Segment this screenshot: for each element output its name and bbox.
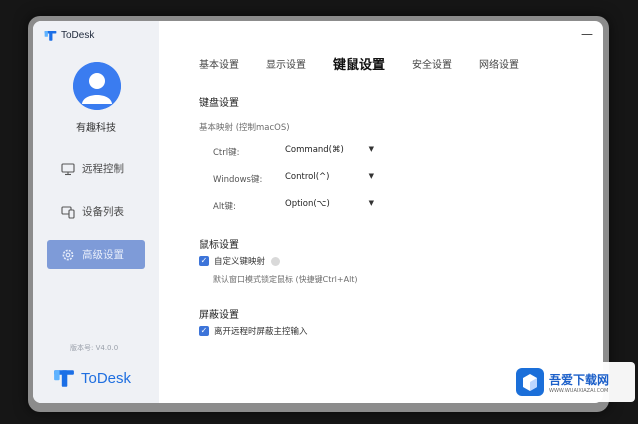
ctrl-key-value: Command(⌘) [285, 145, 344, 155]
sidebar-nav: 远程控制 设备列表 高级设置 [47, 154, 145, 283]
block-input-row[interactable]: ✓ 离开远程时屏蔽主控输入 [199, 325, 308, 337]
username: 有趣科技 [76, 123, 116, 134]
keyboard-subtitle: 基本映射 (控制macOS) [199, 123, 290, 133]
alt-key-value: Option(⌥) [285, 199, 330, 209]
todesk-logo-icon [54, 370, 74, 387]
ctrl-key-label: Ctrl键: [213, 148, 240, 158]
windows-key-select[interactable]: Control(^) ▼ [283, 172, 377, 186]
sidebar-brand: ToDesk [53, 367, 131, 389]
custom-key-mapping-label: 自定义键映射 [214, 257, 266, 267]
settings-content: — ✕ 基本设置 显示设置 键鼠设置 安全设置 网络设置 键盘设置 基本映射 (… [159, 21, 603, 403]
sidebar-item-label: 远程控制 [82, 163, 124, 175]
custom-key-mapping-row[interactable]: ✓ 自定义键映射 [199, 255, 281, 267]
brand-name: ToDesk [81, 369, 132, 387]
watermark-title: 吾爱下载网 [549, 372, 610, 387]
todesk-logo-icon [44, 30, 57, 41]
tab-keyboard-mouse-settings[interactable]: 键鼠设置 [333, 54, 385, 73]
avatar[interactable] [73, 62, 121, 110]
user-icon [73, 62, 121, 110]
sidebar: ToDesk 有趣科技 远程控制 设备列表 高级设置 版本号: V4.0.0 T… [33, 21, 159, 403]
sidebar-item-label: 设备列表 [82, 206, 124, 218]
alt-key-label: Alt键: [213, 202, 236, 212]
sidebar-item-label: 高级设置 [82, 249, 124, 261]
version-label: 版本号: V4.0.0 [70, 344, 119, 352]
download-site-logo-icon [516, 368, 544, 396]
caret-down-icon: ▼ [368, 145, 374, 153]
titlebar-brand: ToDesk [44, 29, 94, 42]
mouse-lock-hint: 默认窗口模式锁定鼠标 (快捷键Ctrl+Alt) [213, 275, 358, 284]
tab-network-settings[interactable]: 网络设置 [479, 56, 519, 71]
windows-key-value: Control(^) [285, 172, 330, 182]
block-input-checkbox[interactable]: ✓ [199, 326, 209, 336]
help-icon[interactable] [271, 256, 281, 266]
tab-security-settings[interactable]: 安全设置 [412, 56, 452, 71]
app-window: ToDesk 有趣科技 远程控制 设备列表 高级设置 版本号: V4.0.0 T… [33, 21, 603, 403]
sidebar-item-advanced-settings[interactable]: 高级设置 [47, 240, 145, 269]
minimize-button[interactable]: — [580, 27, 594, 41]
site-watermark: 吾爱下载网 WWW.WUAIXIAZAI.COM [511, 362, 635, 402]
windows-key-label: Windows键: [213, 175, 263, 185]
caret-down-icon: ▼ [368, 172, 374, 180]
ctrl-key-select[interactable]: Command(⌘) ▼ [283, 145, 377, 159]
tab-display-settings[interactable]: 显示设置 [266, 56, 306, 71]
tab-basic-settings[interactable]: 基本设置 [199, 56, 239, 71]
caret-down-icon: ▼ [368, 199, 374, 207]
alt-key-select[interactable]: Option(⌥) ▼ [283, 199, 377, 213]
keyboard-section-title: 键盘设置 [199, 98, 239, 109]
watermark-url: WWW.WUAIXIAZAI.COM [549, 387, 609, 394]
sidebar-item-remote-control[interactable]: 远程控制 [47, 154, 145, 183]
app-name: ToDesk [61, 30, 95, 41]
block-input-label: 离开远程时屏蔽主控输入 [214, 327, 308, 337]
device-list-icon [61, 205, 75, 219]
sidebar-item-device-list[interactable]: 设备列表 [47, 197, 145, 226]
gear-icon [62, 249, 74, 260]
mouse-section-title: 鼠标设置 [199, 240, 239, 251]
monitor-icon [61, 162, 75, 175]
custom-key-mapping-checkbox[interactable]: ✓ [199, 256, 209, 266]
screen-section-title: 屏蔽设置 [199, 310, 239, 321]
settings-tabs: 基本设置 显示设置 键鼠设置 安全设置 网络设置 [199, 54, 546, 73]
